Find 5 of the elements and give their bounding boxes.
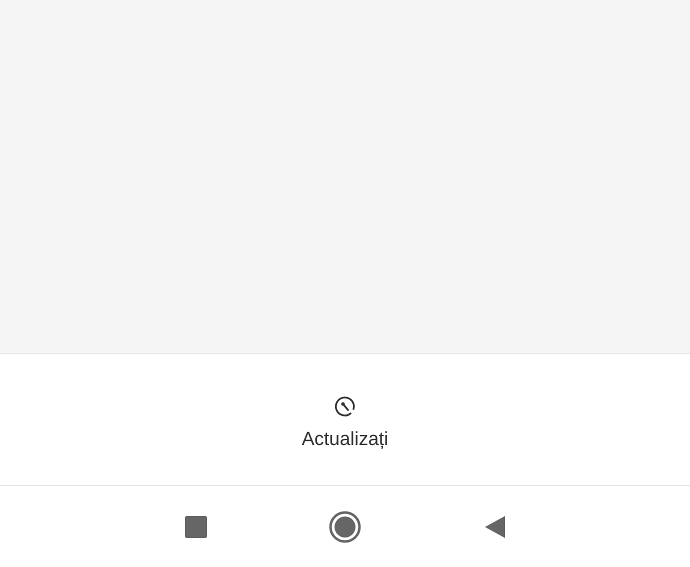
recents-icon[interactable] <box>185 516 207 538</box>
gauge-icon <box>334 394 356 416</box>
home-icon[interactable] <box>329 510 361 542</box>
back-icon[interactable] <box>485 516 505 538</box>
update-button[interactable]: Actualizați <box>302 394 388 450</box>
